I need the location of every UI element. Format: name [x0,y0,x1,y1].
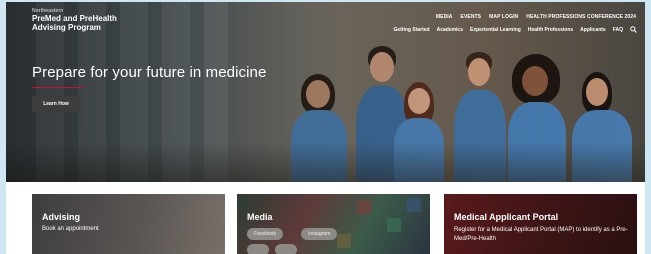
main-nav: Getting Started Academics Experiential L… [393,26,637,33]
util-nav-events[interactable]: EVENTS [461,14,482,20]
search-icon[interactable] [630,26,637,33]
site-logo[interactable]: Northeastern PreMed and PreHealth Advisi… [32,8,117,32]
nav-academics[interactable]: Academics [437,27,463,33]
advising-subtitle: Book an appointment [42,226,99,232]
page: Northeastern PreMed and PreHealth Advisi… [6,2,645,254]
nav-experiential-learning[interactable]: Experiential Learning [470,27,521,33]
map-title: Medical Applicant Portal [454,212,559,222]
social-button[interactable] [275,244,297,254]
nav-applicants[interactable]: Applicants [580,27,606,33]
hero-headline: Prepare for your future in medicine [32,64,267,81]
brand-university: Northeastern [32,8,64,14]
advising-card[interactable]: Advising Book an appointment [32,194,225,254]
instagram-button[interactable]: Instagram [301,228,338,240]
media-title: Media [247,212,273,222]
headline-divider [32,87,84,88]
advising-title: Advising [42,212,81,222]
hero-banner: Northeastern PreMed and PreHealth Advisi… [6,2,645,182]
social-button[interactable] [247,244,269,254]
utility-nav: MEDIA EVENTS MAP LOGIN HEALTH PROFESSION… [436,14,636,20]
brand-line-2: Advising Program [32,23,101,32]
map-description: Register for a Medical Applicant Portal … [454,227,628,242]
media-card[interactable]: Media Facebook Instagram [237,194,430,254]
nav-health-professions[interactable]: Health Professions [528,27,573,33]
nav-getting-started[interactable]: Getting Started [393,27,429,33]
medical-applicant-portal-card[interactable]: Medical Applicant Portal Register for a … [444,194,637,254]
brand-line-1: PreMed and PreHealth [32,14,117,23]
util-nav-media[interactable]: MEDIA [436,14,453,20]
util-nav-map-login[interactable]: MAP LOGIN [489,14,518,20]
util-nav-conference[interactable]: HEALTH PROFESSIONS CONFERENCE 2024 [526,14,636,20]
learn-how-button[interactable]: Learn How [32,96,80,112]
facebook-button[interactable]: Facebook [247,228,283,240]
nav-faq[interactable]: FAQ [613,27,623,33]
